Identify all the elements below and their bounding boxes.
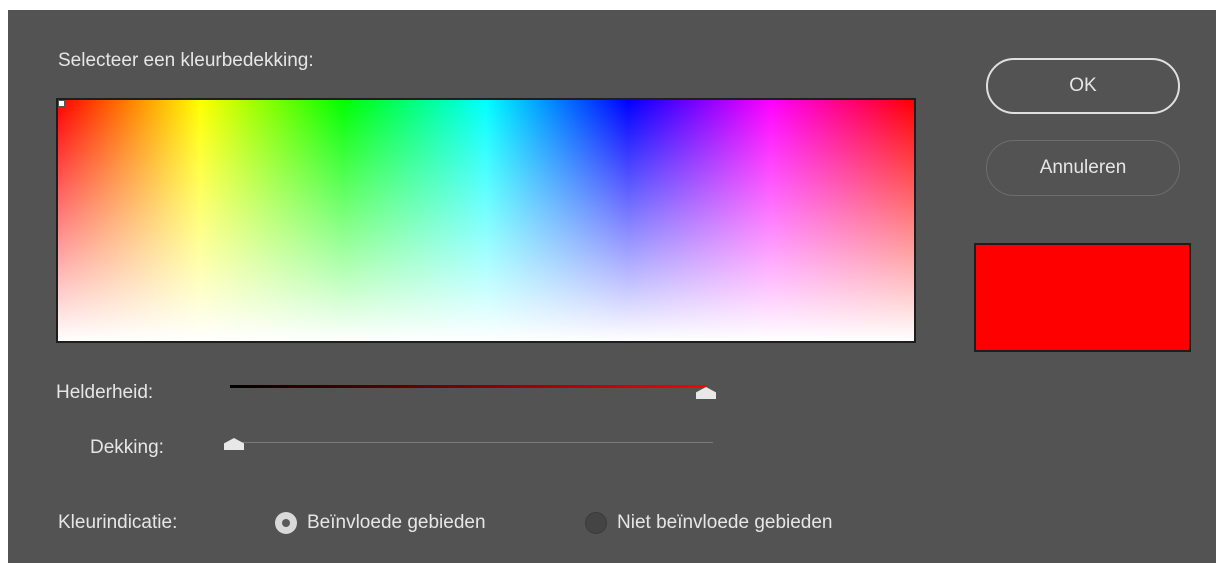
cancel-button[interactable]: Annuleren — [986, 140, 1180, 196]
opacity-label: Dekking: — [90, 437, 164, 458]
radio-unaffected-areas[interactable]: Niet beïnvloede gebieden — [585, 512, 833, 534]
dialog-heading: Selecteer een kleurbedekking: — [58, 50, 314, 71]
opacity-slider-track[interactable] — [230, 442, 713, 443]
radio-affected-areas[interactable]: Beïnvloede gebieden — [275, 512, 486, 534]
brightness-label: Helderheid: — [56, 382, 154, 403]
color-overlay-dialog: Selecteer een kleurbedekking: OK Annuler… — [8, 10, 1216, 563]
ok-button[interactable]: OK — [986, 58, 1180, 114]
radio-affected-areas-label: Beïnvloede gebieden — [307, 512, 486, 533]
spectrum-selection-marker[interactable] — [58, 100, 65, 107]
color-spectrum-picker[interactable] — [56, 98, 916, 343]
color-indication-label: Kleurindicatie: — [58, 512, 178, 533]
color-preview-swatch — [974, 243, 1191, 352]
brightness-slider-track[interactable] — [230, 385, 706, 388]
radio-unchecked-icon — [585, 512, 607, 534]
radio-checked-icon — [275, 512, 297, 534]
radio-unaffected-areas-label: Niet beïnvloede gebieden — [617, 512, 833, 533]
